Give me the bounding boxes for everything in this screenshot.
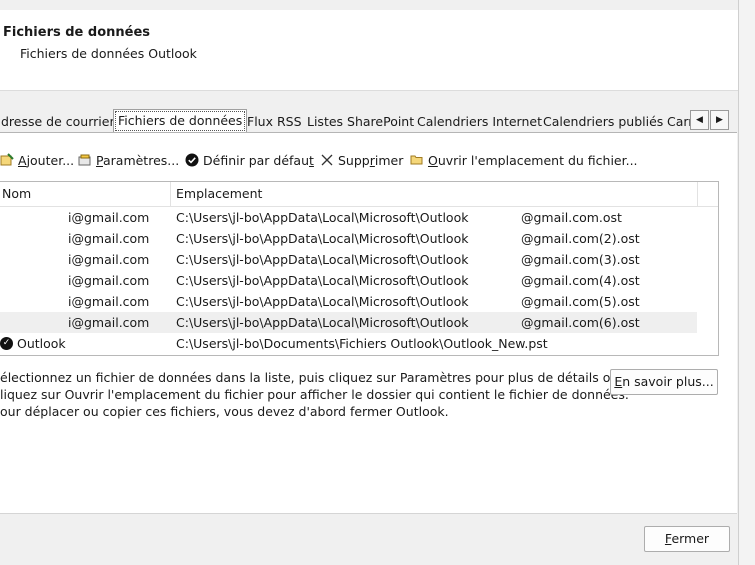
open-location-label-post: uvrir l'emplacement du fichier... xyxy=(437,153,638,168)
row-location: C:\Users\jl-bo\AppData\Local\Microsoft\O… xyxy=(176,273,469,288)
triangle-left-icon: ◀ xyxy=(696,115,703,125)
close-x-icon xyxy=(321,154,333,166)
row-location: C:\Users\jl-bo\AppData\Local\Microsoft\O… xyxy=(176,231,469,246)
add-data-file-icon xyxy=(0,153,14,166)
row-file-name: @gmail.com(6).ost xyxy=(521,315,640,330)
help-text: électionnez un fichier de données dans l… xyxy=(0,369,629,420)
row-file-name: @gmail.com(4).ost xyxy=(521,273,640,288)
table-row[interactable]: i@gmail.com C:\Users\jl-bo\AppData\Local\… xyxy=(0,291,697,312)
row-location: C:\Users\jl-bo\AppData\Local\Microsoft\O… xyxy=(176,210,469,225)
add-accesskey: A xyxy=(18,153,27,168)
learn-more-post: n savoir plus... xyxy=(622,374,714,389)
row-location: C:\Users\jl-bo\AppData\Local\Microsoft\O… xyxy=(176,294,469,309)
table-row[interactable]: ✓ Outlook C:\Users\jl-bo\Documents\Fichier… xyxy=(0,333,697,354)
column-separator[interactable] xyxy=(170,182,171,206)
row-file-name: @gmail.com(5).ost xyxy=(521,294,640,309)
column-separator[interactable] xyxy=(697,182,698,206)
row-file-name: @gmail.com(3).ost xyxy=(521,252,640,267)
data-files-panel: Ajouter... Paramètres... Définir par déf… xyxy=(0,133,737,514)
row-location: C:\Users\jl-bo\AppData\Local\Microsoft\O… xyxy=(176,315,469,330)
row-name: i@gmail.com xyxy=(68,273,150,288)
check-circle-icon xyxy=(185,153,199,167)
learn-more-button[interactable]: En savoir plus... xyxy=(610,369,718,395)
tab-rss-feeds[interactable]: Flux RSS xyxy=(242,110,307,134)
tab-email[interactable]: dresse de courrier xyxy=(0,110,120,134)
set-default-button[interactable]: Définir par défaut xyxy=(185,151,314,171)
row-location: C:\Users\jl-bo\AppData\Local\Microsoft\O… xyxy=(176,252,469,267)
row-name: i@gmail.com xyxy=(68,315,150,330)
dialog-subtitle: Fichiers de données Outlook xyxy=(20,46,197,61)
row-name: Outlook xyxy=(17,336,66,351)
add-button[interactable]: Ajouter... xyxy=(0,151,74,171)
tab-published-calendars[interactable]: Calendriers publiés xyxy=(538,110,668,134)
close-label-post: ermer xyxy=(671,531,710,546)
tab-sharepoint-lists[interactable]: Listes SharePoint xyxy=(302,110,419,134)
triangle-right-icon: ▶ xyxy=(716,115,723,125)
settings-icon xyxy=(78,154,91,166)
data-files-list[interactable]: Nom Emplacement i@gmail.com C:\Users\jl-b… xyxy=(0,181,719,356)
set-default-accesskey: t xyxy=(309,153,314,168)
row-file-name: @gmail.com(2).ost xyxy=(521,231,640,246)
background-right-pane: ing t n (M Fi is v c to xyxy=(738,0,755,565)
help-text-line: liquez sur Ouvrir l'emplacement du fichi… xyxy=(0,387,629,402)
table-row[interactable]: i@gmail.com C:\Users\jl-bo\AppData\Local\… xyxy=(0,249,697,270)
open-file-location-button[interactable]: Ouvrir l'emplacement du fichier... xyxy=(410,151,638,171)
list-header: Nom Emplacement xyxy=(0,182,718,207)
settings-button[interactable]: Paramètres... xyxy=(78,151,179,171)
dialog-title: Fichiers de données xyxy=(3,25,151,40)
row-name: i@gmail.com xyxy=(68,210,150,225)
tab-scroll-left-button[interactable]: ◀ xyxy=(690,110,709,130)
folder-open-icon xyxy=(410,155,423,165)
table-row[interactable]: i@gmail.com C:\Users\jl-bo\AppData\Local\… xyxy=(0,270,697,291)
settings-accesskey: P xyxy=(96,153,103,168)
set-default-label-pre: Définir par défau xyxy=(203,153,310,168)
column-header-name[interactable]: Nom xyxy=(2,182,31,206)
toolbar: Ajouter... Paramètres... Définir par déf… xyxy=(0,151,737,171)
table-row[interactable]: i@gmail.com C:\Users\jl-bo\AppData\Local\… xyxy=(0,312,697,333)
tab-scroll-right-button[interactable]: ▶ xyxy=(710,110,729,130)
tab-data-files[interactable]: Fichiers de données xyxy=(113,109,248,133)
delete-label-post: imer xyxy=(374,153,404,168)
tab-internet-calendars[interactable]: Calendriers Internet xyxy=(412,110,547,134)
table-row[interactable]: i@gmail.com C:\Users\jl-bo\AppData\Local\… xyxy=(0,207,697,228)
row-name: i@gmail.com xyxy=(68,294,150,309)
open-location-accesskey: O xyxy=(428,153,438,168)
delete-button[interactable]: Supprimer xyxy=(320,151,403,171)
tab-strip: dresse de courrier Fichiers de données F… xyxy=(0,109,738,134)
settings-label-post: aramètres... xyxy=(102,153,180,168)
table-row[interactable]: i@gmail.com C:\Users\jl-bo\AppData\Local\… xyxy=(0,228,697,249)
data-files-dialog: Fichiers de données Fichiers de données … xyxy=(0,0,739,565)
default-check-icon: ✓ xyxy=(0,337,13,350)
dialog-header: Fichiers de données Fichiers de données … xyxy=(0,10,738,91)
row-name: i@gmail.com xyxy=(68,252,150,267)
row-file-name: @gmail.com.ost xyxy=(521,210,622,225)
delete-label-pre: Supp xyxy=(338,153,370,168)
column-header-location[interactable]: Emplacement xyxy=(176,182,262,206)
add-label-post: jouter... xyxy=(26,153,75,168)
close-button[interactable]: Fermer xyxy=(644,526,730,552)
row-location: C:\Users\jl-bo\Documents\Fichiers Outloo… xyxy=(176,336,548,351)
help-text-line: électionnez un fichier de données dans l… xyxy=(0,370,619,385)
help-text-line: our déplacer ou copier ces fichiers, vou… xyxy=(0,404,449,419)
row-name: i@gmail.com xyxy=(68,231,150,246)
